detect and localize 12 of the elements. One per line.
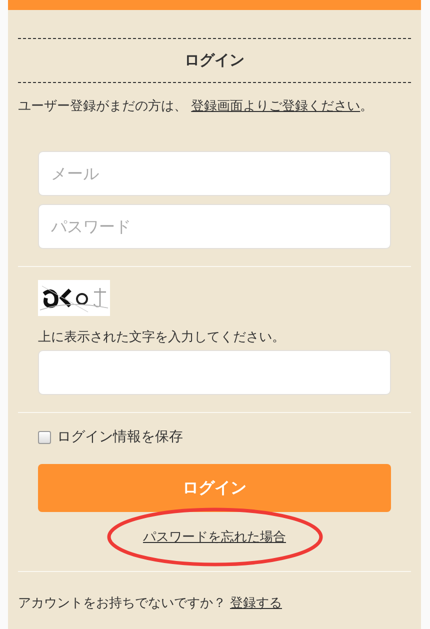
- no-account-text: アカウントをお持ちでないですか？: [18, 595, 226, 612]
- signup-link[interactable]: 登録する: [230, 594, 282, 612]
- captcha-input-field[interactable]: [38, 350, 391, 395]
- register-link[interactable]: 登録画面よりご登録ください: [191, 99, 360, 114]
- forgot-password-link[interactable]: パスワードを忘れた場合: [143, 528, 286, 546]
- page-title: ログイン: [184, 51, 244, 70]
- text-input-field[interactable]: パスワード: [38, 204, 391, 249]
- text-input-field[interactable]: メール: [38, 151, 391, 196]
- register-prompt: ユーザー登録がまだの方は、 登録画面よりご登録ください。: [18, 98, 374, 115]
- remember-checkbox[interactable]: [38, 430, 51, 444]
- captcha-prompt: 上に表示された文字を入力してください。: [38, 329, 286, 346]
- remember-label: ログイン情報を保存: [57, 428, 183, 446]
